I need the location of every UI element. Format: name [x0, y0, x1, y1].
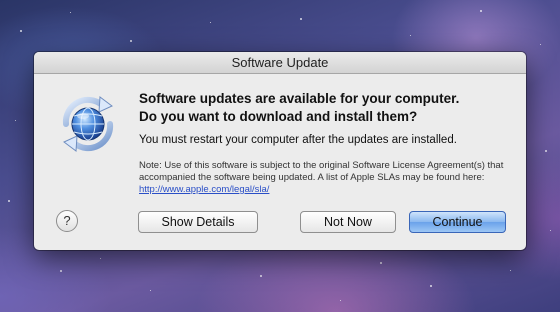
license-note: Note: Use of this software is subject to…	[139, 160, 511, 196]
continue-button[interactable]: Continue	[409, 211, 506, 233]
window-title: Software Update	[34, 52, 526, 74]
software-update-globe-icon	[52, 88, 124, 160]
software-update-dialog: Software Update Software updates are ava…	[34, 52, 526, 250]
show-details-button[interactable]: Show Details	[138, 211, 258, 233]
headline: Software updates are available for your …	[139, 90, 511, 126]
license-note-text: Note: Use of this software is subject to…	[139, 160, 504, 183]
restart-note: You must restart your computer after the…	[139, 134, 457, 146]
headline-line-2: Do you want to download and install them…	[139, 109, 418, 124]
help-button[interactable]: ?	[56, 210, 78, 232]
headline-line-1: Software updates are available for your …	[139, 91, 460, 106]
dialog-message: Software updates are available for your …	[139, 90, 511, 196]
license-link[interactable]: http://www.apple.com/legal/sla/	[139, 184, 269, 195]
not-now-button[interactable]: Not Now	[300, 211, 396, 233]
